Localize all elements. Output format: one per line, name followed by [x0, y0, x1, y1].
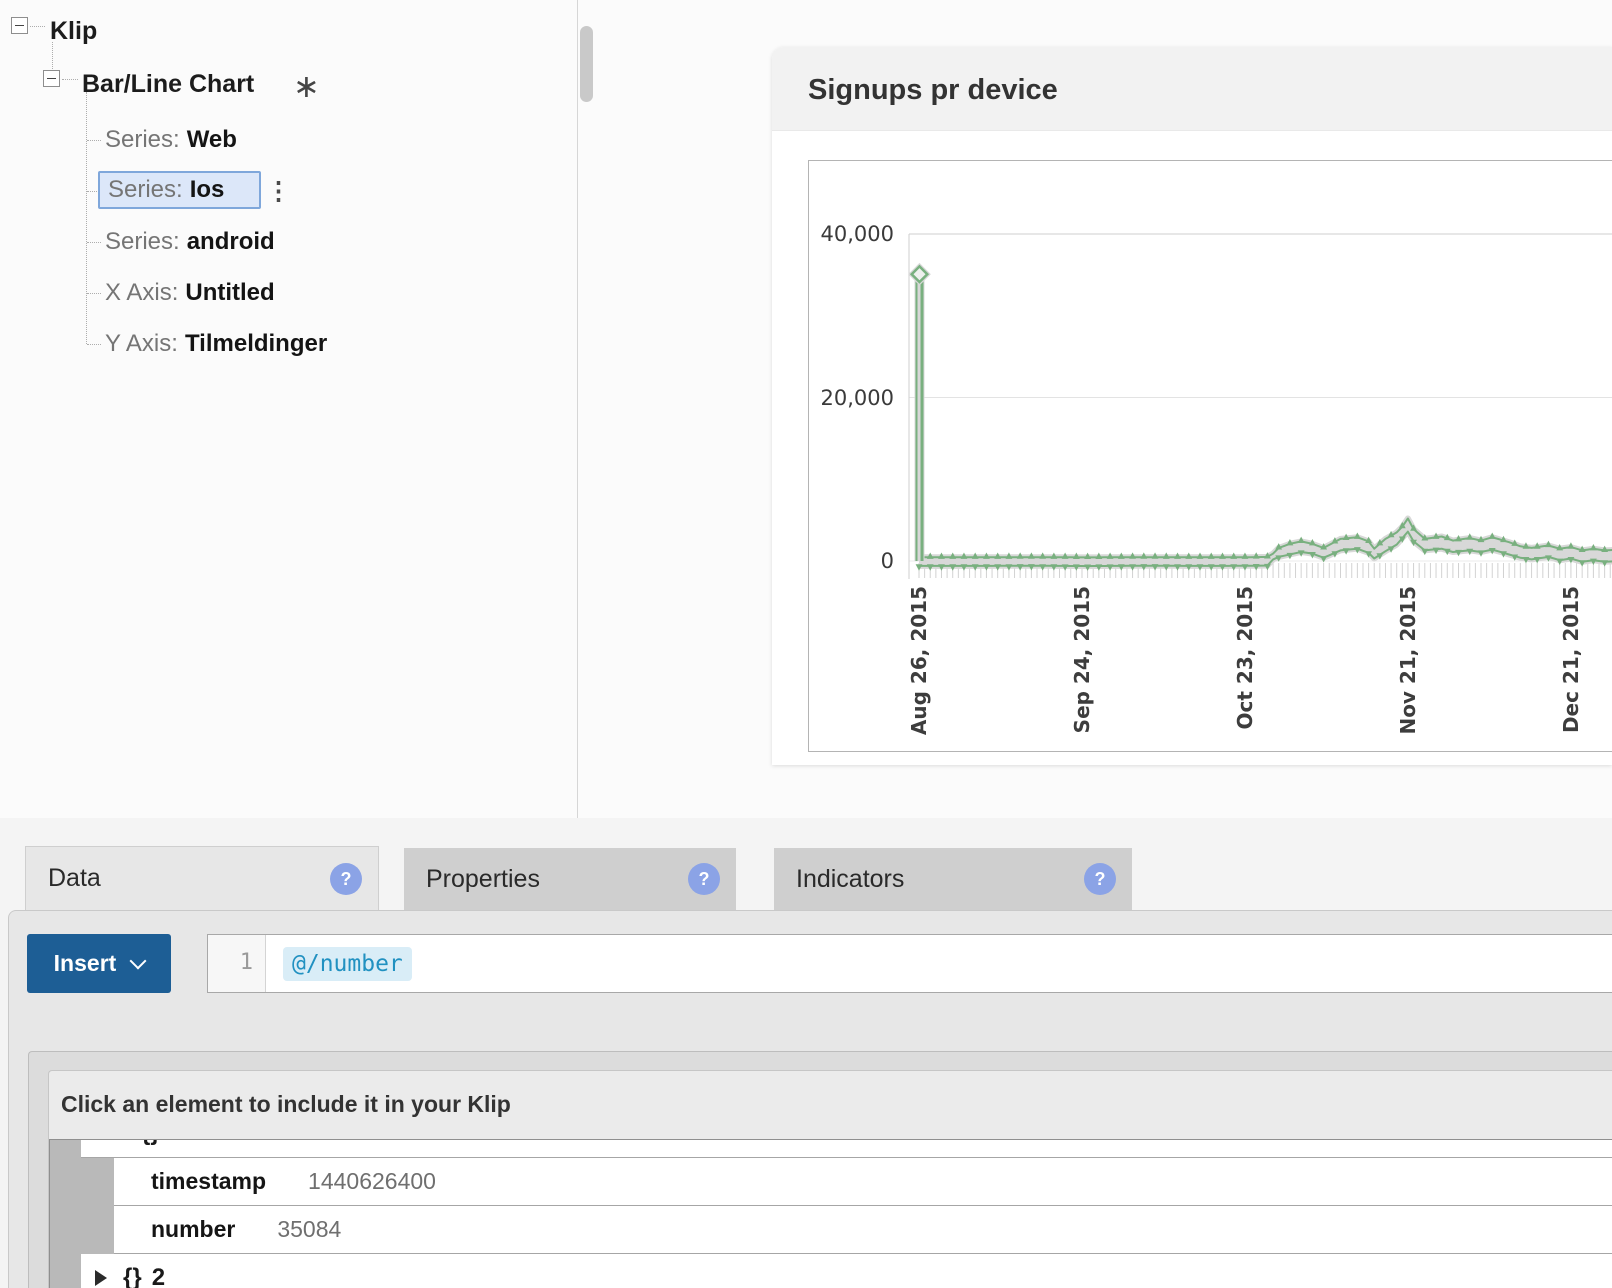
- tree-connector: [87, 344, 101, 345]
- kebab-menu-icon[interactable]: ⋮: [266, 176, 291, 206]
- panel-divider: [577, 0, 578, 818]
- tree-connector: [52, 42, 53, 69]
- tab-data[interactable]: Data ?: [25, 846, 379, 910]
- collapse-icon[interactable]: [43, 70, 60, 87]
- tab-strip: Data ? Properties ? Indicators ?: [0, 818, 1612, 910]
- help-icon[interactable]: ?: [330, 862, 362, 895]
- collapse-minus-icon: [15, 25, 24, 26]
- tree-item-x-axis[interactable]: X Axis: Untitled: [105, 279, 275, 307]
- chart-preview-card: Signups pr device 40,000 20,000 0 Aug 26…: [772, 47, 1612, 765]
- tree-connector: [62, 79, 78, 80]
- chevron-down-icon: [129, 952, 147, 969]
- tab-indicators[interactable]: Indicators ?: [774, 848, 1132, 910]
- expand-triangle-icon[interactable]: [95, 1270, 107, 1286]
- object-icon: {}: [141, 1140, 160, 1147]
- object-row-partial[interactable]: {} 1: [81, 1140, 1612, 1158]
- data-preview-container: Click an element to include it in your K…: [28, 1051, 1612, 1288]
- svg-text:Aug 26, 2015: Aug 26, 2015: [907, 586, 931, 735]
- collapse-minus-icon: [47, 78, 56, 79]
- tree-connector: [87, 242, 101, 243]
- formula-line[interactable]: @/number: [266, 935, 1612, 992]
- tree-item-series-android[interactable]: Series: android: [105, 228, 275, 256]
- tree-connector: [87, 293, 101, 294]
- svg-text:Sep 24, 2015: Sep 24, 2015: [1070, 586, 1094, 733]
- tree-item-series-web[interactable]: Series: Web: [105, 126, 237, 154]
- top-section: Klip Bar/Line Chart ∗ Series: Web Series:…: [0, 0, 1612, 819]
- chart-title: Signups pr device: [808, 74, 1058, 106]
- tree-item-klip[interactable]: Klip: [50, 17, 97, 46]
- tree-item-series-ios[interactable]: Series: Ios: [98, 171, 261, 209]
- element-picker: Click an element to include it in your K…: [48, 1070, 1612, 1288]
- field-row-number[interactable]: number 35084: [114, 1206, 1612, 1254]
- svg-text:Dec 21, 2015: Dec 21, 2015: [1559, 586, 1583, 733]
- tree-connector: [87, 140, 101, 141]
- formula-editor[interactable]: 1 @/number: [207, 934, 1612, 993]
- object-row-2[interactable]: {} 2: [81, 1254, 1612, 1288]
- tab-properties[interactable]: Properties ?: [404, 848, 736, 910]
- chart-widget: 40,000 20,000 0 Aug 26, 2015 Sep 24, 2015…: [808, 160, 1612, 752]
- tree-connector: [30, 26, 45, 27]
- line-chart-plot: Aug 26, 2015 Sep 24, 2015 Oct 23, 2015 Nov …: [907, 233, 1612, 735]
- line-number-gutter: 1: [208, 935, 266, 992]
- chart-card-header: Signups pr device: [772, 47, 1612, 131]
- collapse-icon[interactable]: [11, 17, 28, 34]
- element-rows: {} 1 timestamp 1440626400 number 35084 {…: [49, 1139, 1612, 1288]
- picker-instruction: Click an element to include it in your K…: [61, 1091, 511, 1117]
- svg-text:Oct 23, 2015: Oct 23, 2015: [1233, 586, 1257, 729]
- tree-item-chart[interactable]: Bar/Line Chart: [82, 70, 254, 99]
- help-icon[interactable]: ?: [688, 863, 720, 895]
- formula-token[interactable]: @/number: [283, 946, 412, 981]
- data-tab-panel: Insert 1 @/number Click an element to in…: [8, 910, 1612, 1288]
- field-row-timestamp[interactable]: timestamp 1440626400: [114, 1158, 1612, 1206]
- svg-text:Nov 21, 2015: Nov 21, 2015: [1396, 586, 1420, 735]
- modified-asterisk-icon: ∗: [293, 68, 320, 104]
- help-icon[interactable]: ?: [1084, 863, 1116, 895]
- tree-item-y-axis[interactable]: Y Axis: Tilmeldinger: [105, 330, 327, 358]
- object-icon: {}: [123, 1264, 142, 1288]
- tree-connector: [86, 92, 87, 344]
- scrollbar-thumb[interactable]: [580, 26, 593, 102]
- insert-button[interactable]: Insert: [27, 934, 171, 993]
